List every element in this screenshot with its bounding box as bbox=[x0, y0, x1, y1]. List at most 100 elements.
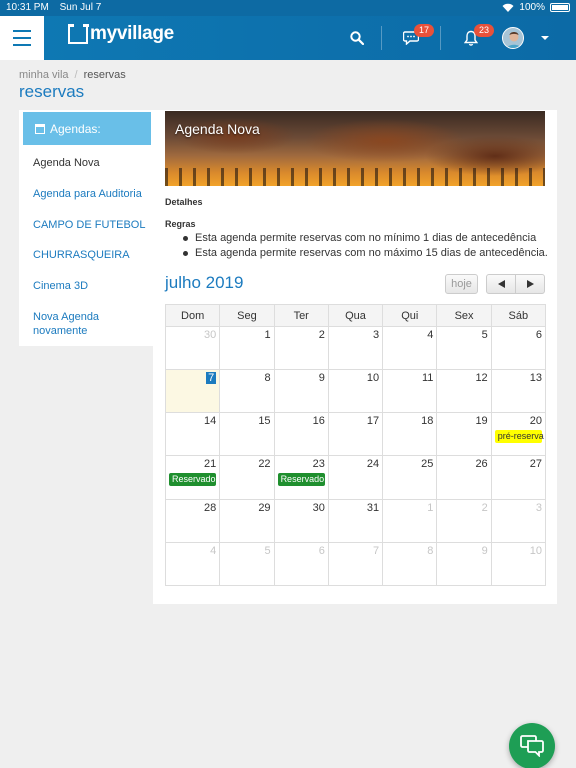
calendar-day-cell[interactable]: 8 bbox=[382, 541, 438, 587]
reserved-event[interactable]: Reservado bbox=[277, 473, 325, 487]
weekday-header: Sáb bbox=[490, 304, 547, 327]
calendar-day-cell[interactable]: 4 bbox=[164, 541, 221, 587]
breadcrumb-separator: / bbox=[74, 69, 78, 81]
day-number: 12 bbox=[440, 372, 487, 385]
calendar-day-cell[interactable]: 21 Reservado bbox=[164, 455, 221, 500]
calendar-day-cell[interactable]: 3 bbox=[327, 325, 384, 371]
calendar-day-cell[interactable]: 29 bbox=[219, 498, 275, 543]
wifi-icon bbox=[502, 3, 514, 12]
day-number-text: 27 bbox=[529, 458, 542, 471]
day-number: 5 bbox=[440, 329, 488, 342]
calendar-day-cell[interactable]: 26 bbox=[436, 455, 492, 500]
chat-icon[interactable] bbox=[400, 16, 422, 60]
calendar-day-cell[interactable]: 5 bbox=[436, 325, 492, 371]
prev-month-button[interactable] bbox=[486, 274, 516, 294]
sidebar-item-nova-agenda[interactable]: Nova Agenda novamente bbox=[33, 310, 148, 338]
day-number-text: 8 bbox=[264, 372, 271, 385]
breadcrumb-item-home[interactable]: minha vila bbox=[19, 69, 69, 81]
day-number-text: 19 bbox=[475, 415, 488, 428]
calendar-day-cell[interactable]: 14 bbox=[164, 412, 221, 457]
day-number: 6 bbox=[278, 545, 325, 558]
day-number: 22 bbox=[223, 458, 270, 471]
calendar-day-cell[interactable]: 5 bbox=[219, 541, 275, 587]
calendar-day-cell[interactable]: 24 bbox=[327, 455, 384, 500]
calendar-day-cell[interactable]: 2 bbox=[273, 325, 329, 371]
calendar-day-cell[interactable]: 7 bbox=[327, 541, 384, 587]
calendar-day-cell[interactable]: 10 bbox=[490, 541, 547, 587]
day-number-text: 29 bbox=[258, 501, 271, 514]
header-divider bbox=[381, 26, 382, 50]
calendar-day-cell[interactable]: 7 bbox=[164, 369, 221, 414]
calendar-day-cell[interactable]: 11 bbox=[382, 369, 438, 414]
calendar-day-cell[interactable]: 31 bbox=[327, 498, 384, 543]
calendar-day-cell[interactable]: 18 bbox=[382, 412, 438, 457]
day-number: 13 bbox=[495, 372, 542, 385]
day-number: 20 bbox=[495, 415, 542, 428]
day-number-text: 5 bbox=[481, 329, 488, 341]
calendar-day-cell[interactable]: 9 bbox=[436, 541, 492, 587]
day-number-text: 1 bbox=[427, 501, 434, 514]
day-number: 7 bbox=[169, 372, 217, 385]
sidebar-item-churrasqueira[interactable]: CHURRASQUEIRA bbox=[33, 248, 148, 262]
weekday-header: Dom bbox=[164, 304, 221, 327]
calendar-day-cell[interactable]: 22 bbox=[219, 455, 275, 500]
calendar-day-cell[interactable]: 25 bbox=[382, 455, 438, 500]
day-number: 8 bbox=[386, 545, 433, 558]
calendar-day-cell[interactable]: 28 bbox=[164, 498, 221, 543]
calendar-day-cell[interactable]: 17 bbox=[327, 412, 384, 457]
chat-fab-button[interactable] bbox=[509, 723, 555, 768]
day-number: 14 bbox=[169, 415, 216, 428]
menu-icon[interactable] bbox=[0, 16, 44, 60]
day-number-text: 30 bbox=[204, 329, 217, 341]
details-label: Detalhes bbox=[165, 197, 203, 207]
day-number-text: 11 bbox=[421, 372, 434, 385]
calendar-week-row: 21 Reservado 22 23 Reservado 24 25 26 27 bbox=[164, 455, 547, 500]
calendar-week-row: 14 15 16 17 18 19 20 pré-reserva bbox=[164, 412, 547, 457]
calendar-day-cell[interactable]: 10 bbox=[327, 369, 384, 414]
day-number: 24 bbox=[332, 458, 379, 471]
day-number: 16 bbox=[278, 415, 325, 428]
calendar-day-cell[interactable]: 12 bbox=[436, 369, 492, 414]
sidebar-item-agenda-auditoria[interactable]: Agenda para Auditoria bbox=[33, 187, 148, 201]
calendar-day-cell[interactable]: 1 bbox=[219, 325, 275, 371]
day-number: 4 bbox=[386, 329, 433, 342]
reserved-event[interactable]: Reservado bbox=[169, 473, 217, 487]
sidebar-item-agenda-nova[interactable]: Agenda Nova bbox=[33, 156, 148, 170]
calendar-day-cell[interactable]: 15 bbox=[219, 412, 275, 457]
calendar-day-cell[interactable]: 20 pré-reserva bbox=[490, 412, 547, 457]
calendar-day-cell[interactable]: 19 bbox=[436, 412, 492, 457]
calendar-day-cell[interactable]: 9 bbox=[273, 369, 329, 414]
calendar-day-cell[interactable]: 27 bbox=[490, 455, 547, 500]
calendar-day-cell[interactable]: 1 bbox=[382, 498, 438, 543]
calendar-day-cell[interactable]: 13 bbox=[490, 369, 547, 414]
calendar-day-cell[interactable]: 6 bbox=[490, 325, 547, 371]
day-number-text: 9 bbox=[481, 544, 488, 557]
chevron-down-icon[interactable] bbox=[541, 36, 549, 40]
calendar-day-cell[interactable]: 30 bbox=[164, 325, 221, 371]
calendar-day-cell[interactable]: 6 bbox=[273, 541, 329, 587]
logo[interactable]: myvillage bbox=[67, 23, 174, 45]
calendar-day-cell[interactable]: 2 bbox=[436, 498, 492, 543]
calendar-day-cell[interactable]: 3 bbox=[490, 498, 547, 543]
sidebar-item-campo-futebol[interactable]: CAMPO DE FUTEBOL bbox=[33, 218, 148, 232]
rule-item: Esta agenda permite reservas com no míni… bbox=[183, 231, 548, 246]
day-number-text: 7 bbox=[373, 544, 380, 557]
calendar-day-cell[interactable]: 16 bbox=[273, 412, 329, 457]
day-number-text: 31 bbox=[366, 501, 380, 514]
bell-icon[interactable] bbox=[460, 16, 482, 60]
day-number-text: 16 bbox=[312, 415, 325, 428]
calendar-day-cell[interactable]: 23 Reservado bbox=[273, 455, 329, 500]
user-avatar[interactable] bbox=[502, 27, 524, 49]
calendar-day-cell[interactable]: 30 bbox=[273, 498, 329, 543]
next-month-button[interactable] bbox=[515, 274, 545, 294]
agenda-sidebar: Agendas: Agenda Nova Agenda para Auditor… bbox=[19, 110, 153, 346]
day-number: 1 bbox=[386, 502, 433, 515]
sidebar-item-cinema-3d[interactable]: Cinema 3D bbox=[33, 279, 148, 293]
day-number: 26 bbox=[440, 458, 487, 471]
calendar-day-cell[interactable]: 4 bbox=[382, 325, 438, 371]
day-number: 3 bbox=[332, 329, 379, 342]
calendar-day-cell[interactable]: 8 bbox=[219, 369, 275, 414]
pre-reserve-event[interactable]: pré-reserva bbox=[494, 430, 544, 444]
today-button[interactable]: hoje bbox=[445, 274, 478, 294]
search-icon[interactable] bbox=[346, 16, 368, 60]
